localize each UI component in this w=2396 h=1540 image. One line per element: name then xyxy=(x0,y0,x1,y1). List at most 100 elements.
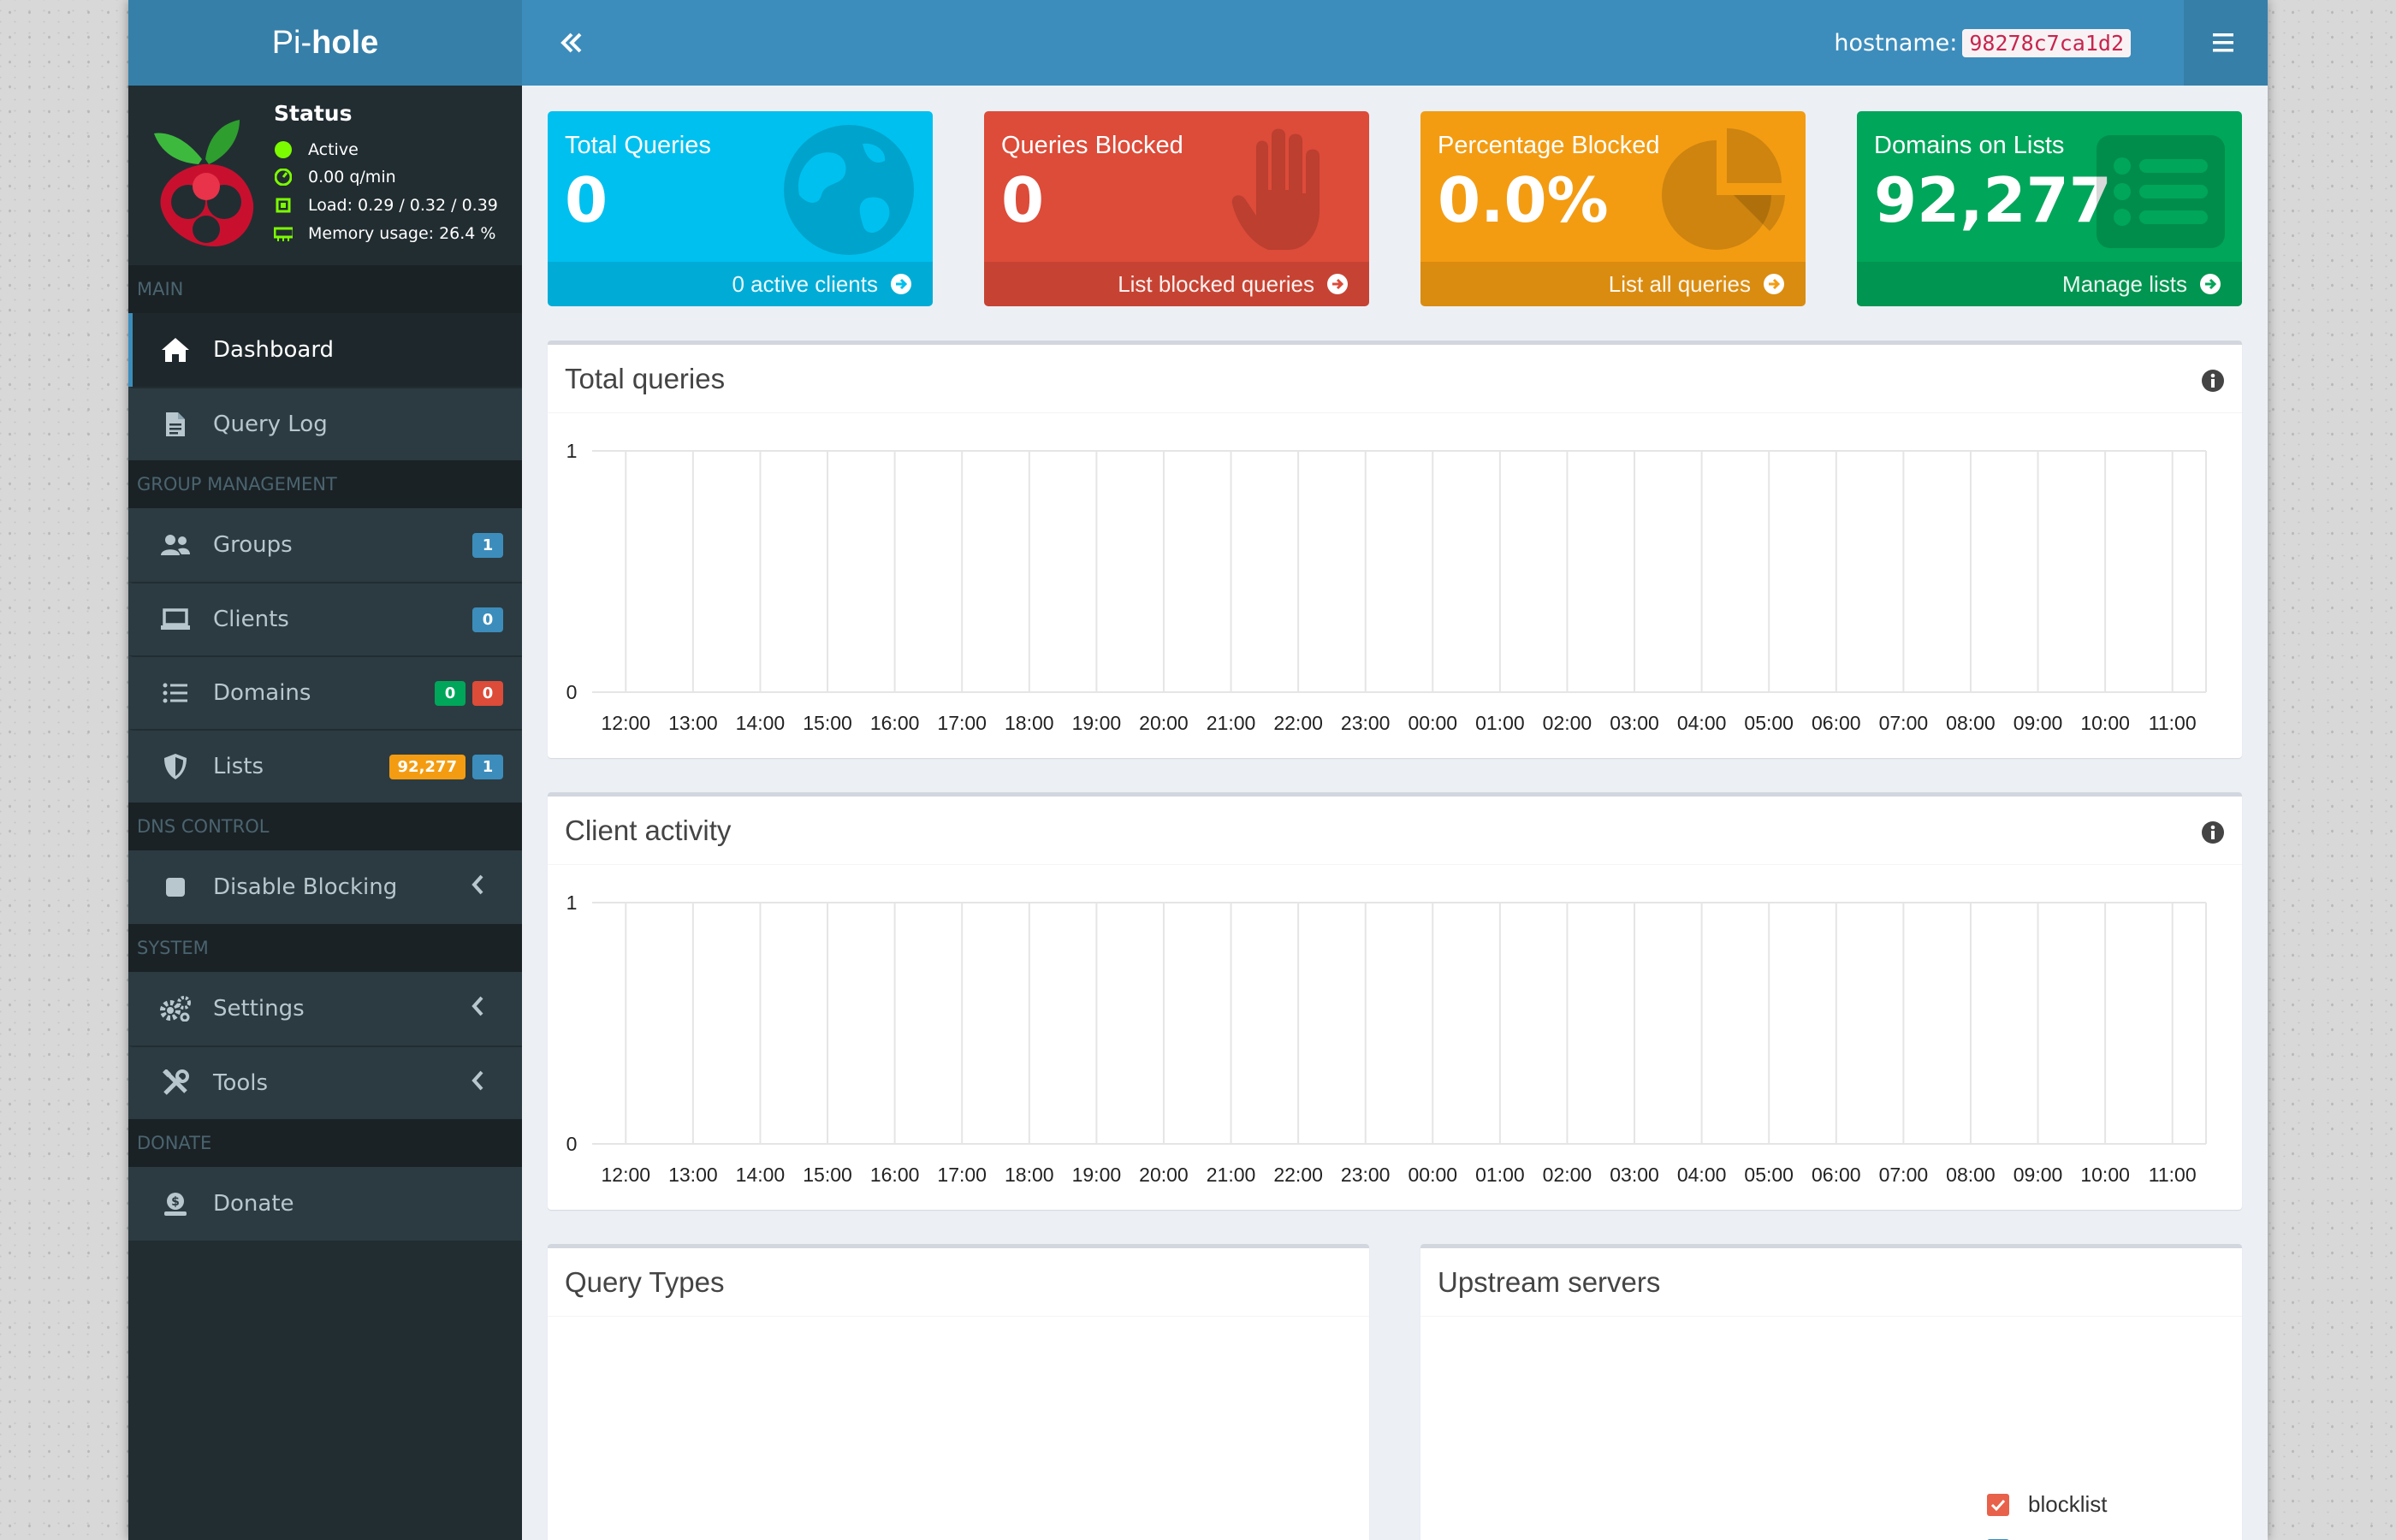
status-memory-text: Memory usage: 26.4 % xyxy=(308,224,496,243)
x-tick-label: 06:00 xyxy=(1812,712,1861,734)
x-tick-label: 00:00 xyxy=(1409,712,1458,734)
status-rate: 0.00 q/min xyxy=(274,168,396,187)
x-tick-label: 05:00 xyxy=(1744,1164,1794,1186)
stat-domains-on-lists: Domains on Lists 92,277 Manage lists xyxy=(1857,111,2242,306)
x-tick-label: 08:00 xyxy=(1946,1164,1996,1186)
x-tick-label: 16:00 xyxy=(870,712,920,734)
sidebar-toggle-icon[interactable] xyxy=(555,26,589,60)
x-tick-label: 19:00 xyxy=(1072,1164,1122,1186)
stat-title: Percentage Blocked xyxy=(1438,132,1660,159)
x-tick-label: 14:00 xyxy=(736,712,786,734)
section-dns-control: DNS CONTROL xyxy=(128,803,522,850)
x-tick-label: 17:00 xyxy=(937,1164,987,1186)
hand-icon xyxy=(1231,128,1320,250)
query-types-panel: Query Types xyxy=(548,1244,1369,1540)
sidebar-item-query-log[interactable]: Query Log xyxy=(128,387,522,460)
sidebar-label-tools: Tools xyxy=(213,1070,269,1096)
hostname-label: hostname: xyxy=(1834,30,1958,56)
x-tick-label: 11:00 xyxy=(2149,1164,2197,1186)
domains-deny-badge: 0 xyxy=(472,680,503,706)
sidebar-label-domains: Domains xyxy=(213,680,311,706)
status-rate-text: 0.00 q/min xyxy=(308,168,396,187)
shield-icon xyxy=(158,749,193,784)
total-queries-chart: 0 1 12:00 13:00 14:00 15:00 16:00 17:00 18:00 19:… xyxy=(566,440,2207,734)
stat-footer-link[interactable]: 0 active clients xyxy=(548,262,933,306)
stat-footer-text: Manage lists xyxy=(2062,270,2187,297)
x-tick-label: 01:00 xyxy=(1475,712,1525,734)
section-system: SYSTEM xyxy=(128,924,522,972)
pie-chart-icon xyxy=(1662,128,1785,250)
x-tick-label: 08:00 xyxy=(1946,712,1996,734)
stat-value: 92,277 xyxy=(1874,164,2112,236)
x-tick-label: 09:00 xyxy=(2013,1164,2063,1186)
sidebar-item-settings[interactable]: Settings xyxy=(128,972,522,1045)
sidebar-item-disable-blocking[interactable]: Disable Blocking xyxy=(128,850,522,924)
x-tick-label: 12:00 xyxy=(602,1164,651,1186)
arrow-circle-right-icon xyxy=(2200,274,2221,294)
stat-value: 0 xyxy=(565,164,608,236)
arrow-circle-right-icon xyxy=(1764,274,1784,294)
sidebar-item-tools[interactable]: Tools xyxy=(128,1045,522,1119)
status-memory: Memory usage: 26.4 % xyxy=(274,224,495,243)
client-activity-chart: 0 1 12:00 13:00 14:00 15:00 16:00 17:00 18:00 19:… xyxy=(566,891,2207,1186)
sidebar-item-donate[interactable]: $ Donate xyxy=(128,1167,522,1241)
app-window: Pi-hole Status Active 0.00 q/min Load: 0… xyxy=(128,0,2268,1540)
total-queries-panel: Total queries 0 1 12:00 13:00 14:00 15:00 16:0… xyxy=(548,341,2242,758)
hostname-value: 98278c7ca1d2 xyxy=(1962,29,2131,57)
hostname-display: hostname: 98278c7ca1d2 xyxy=(1834,29,2131,57)
sidebar-item-lists[interactable]: Lists 92,277 1 xyxy=(128,729,522,803)
checkbox-checked-icon xyxy=(1987,1493,2009,1516)
status-active-text: Active xyxy=(308,140,359,159)
stat-footer-link[interactable]: List all queries xyxy=(1420,262,1806,306)
x-tick-label: 04:00 xyxy=(1677,1164,1727,1186)
x-tick-label: 07:00 xyxy=(1879,712,1929,734)
stat-title: Domains on Lists xyxy=(1874,132,2065,159)
arrow-circle-right-icon xyxy=(891,274,911,294)
x-tick-label: 09:00 xyxy=(2013,712,2063,734)
chevron-left-icon xyxy=(471,1069,484,1098)
sidebar-label-lists: Lists xyxy=(213,754,264,779)
gauge-icon xyxy=(274,168,293,187)
chevron-left-icon xyxy=(471,874,484,902)
domains-allow-badge: 0 xyxy=(435,680,466,706)
brand-prefix: Pi- xyxy=(271,24,312,61)
brand-name: hole xyxy=(311,24,379,61)
sidebar-label-query-log: Query Log xyxy=(213,412,328,437)
status-panel: Status Active 0.00 q/min Load: 0.29 / 0.… xyxy=(128,86,522,265)
stat-footer-link[interactable]: Manage lists xyxy=(1857,262,2242,306)
menu-button[interactable] xyxy=(2184,0,2268,86)
panel-title: Total queries xyxy=(548,345,2242,413)
hamburger-icon xyxy=(2213,33,2233,52)
upstream-servers-panel: Upstream servers blocklist xyxy=(1420,1244,2242,1540)
y-tick-label: 1 xyxy=(566,440,578,462)
stat-queries-blocked: Queries Blocked 0 List blocked queries xyxy=(984,111,1369,306)
clients-count-badge: 0 xyxy=(472,607,503,632)
users-icon xyxy=(158,528,193,562)
x-tick-label: 14:00 xyxy=(736,1164,786,1186)
chevron-left-icon xyxy=(471,995,484,1023)
legend-item-blocklist[interactable]: blocklist xyxy=(1987,1491,2107,1518)
stat-percentage-blocked: Percentage Blocked 0.0% List all queries xyxy=(1420,111,1806,306)
top-header: hostname: 98278c7ca1d2 xyxy=(522,0,2268,86)
y-tick-label: 0 xyxy=(566,681,578,703)
sidebar-item-groups[interactable]: Groups 1 xyxy=(128,508,522,582)
sidebar-item-clients[interactable]: Clients 0 xyxy=(128,582,522,655)
stat-footer-link[interactable]: List blocked queries xyxy=(984,262,1369,306)
info-icon[interactable] xyxy=(2201,820,2225,844)
x-tick-label: 21:00 xyxy=(1207,712,1256,734)
home-icon xyxy=(158,333,193,367)
x-tick-label: 10:00 xyxy=(2080,1164,2130,1186)
x-tick-label: 23:00 xyxy=(1341,1164,1391,1186)
sidebar-item-dashboard[interactable]: Dashboard xyxy=(128,313,522,387)
stat-title: Total Queries xyxy=(565,132,711,159)
x-tick-label: 15:00 xyxy=(803,712,852,734)
panel-title: Client activity xyxy=(548,797,2242,865)
globe-icon xyxy=(784,125,914,255)
brand-logo[interactable]: Pi-hole xyxy=(128,0,522,86)
sidebar-item-domains[interactable]: Domains 0 0 xyxy=(128,655,522,729)
lists-count-badge: 1 xyxy=(472,754,503,779)
stat-footer-text: 0 active clients xyxy=(732,270,878,297)
x-tick-label: 22:00 xyxy=(1273,1164,1323,1186)
x-tick-label: 13:00 xyxy=(668,1164,718,1186)
info-icon[interactable] xyxy=(2201,369,2225,393)
